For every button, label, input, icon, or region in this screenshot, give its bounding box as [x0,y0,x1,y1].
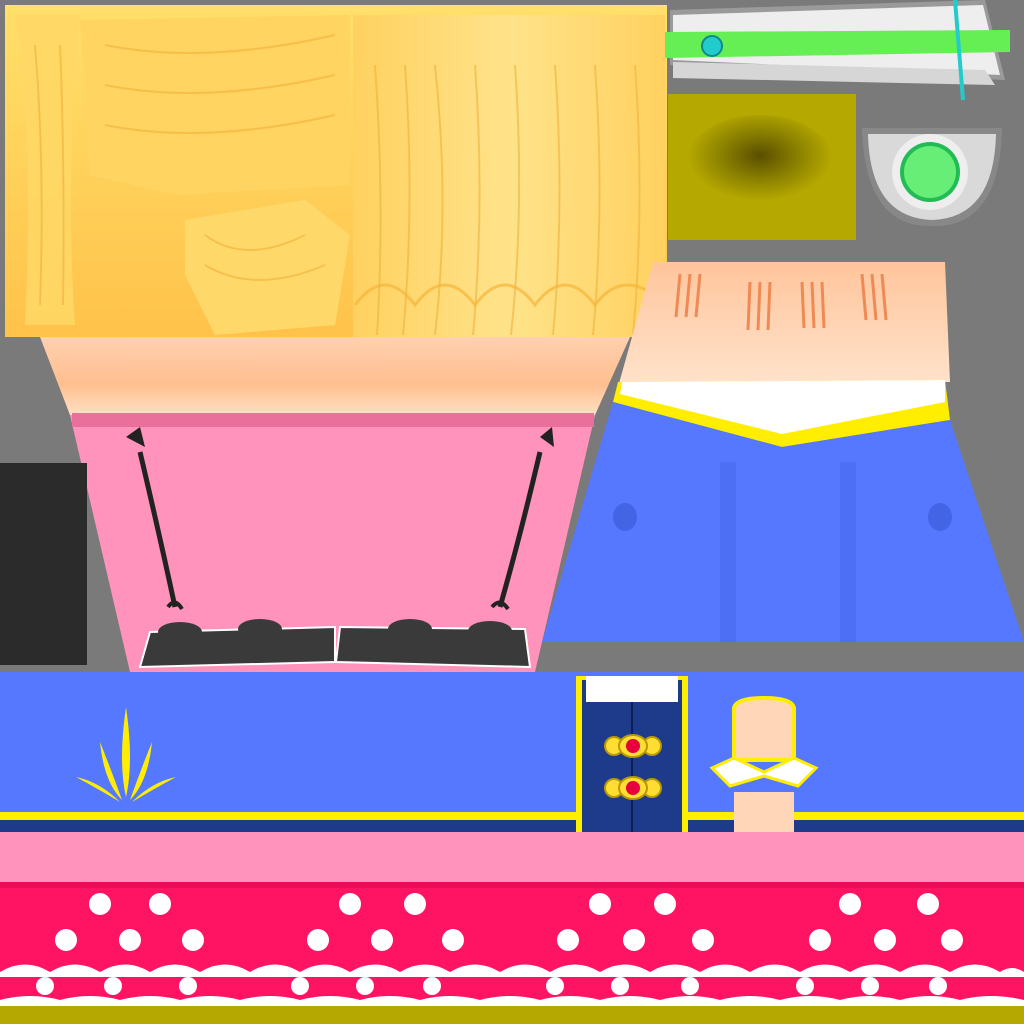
round-clip-texture [860,98,1005,228]
blob-shadow-icon [668,94,856,240]
leaf-emblem-icon [0,672,1024,832]
navy-vest-buttons [576,676,688,836]
skirt-pleats-icon [542,262,1024,682]
pink-stripe [0,832,1024,882]
ring-gem-icon [860,110,1005,227]
collar-neck [694,680,834,852]
blue-sleeve-band [0,672,1024,832]
hair-clip-texture [665,0,1015,105]
clip-icon [665,0,1010,101]
polka-dot-ruffle [0,882,1024,1024]
olive-shadow-texture [668,94,856,240]
collar-icon [694,680,834,852]
gem-buttons-icon [576,676,688,836]
blue-skirt-texture [540,262,1024,682]
dark-swatch [0,463,87,665]
polka-dots-icon [0,882,1024,1024]
